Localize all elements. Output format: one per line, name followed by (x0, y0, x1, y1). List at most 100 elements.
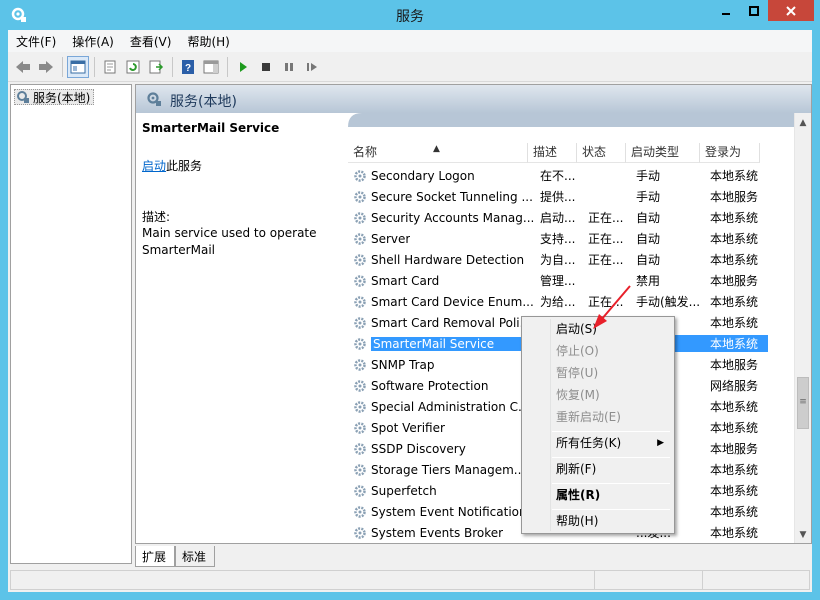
restart-service-icon (307, 62, 317, 71)
column-header-status[interactable]: 状态 (577, 143, 626, 163)
column-header-description[interactable]: 描述 (528, 143, 577, 163)
service-logon-cell: 网络服务 (710, 379, 759, 393)
service-name-text: Secure Socket Tunneling ... (371, 189, 533, 204)
column-header-startup-type[interactable]: 启动类型 (626, 143, 700, 163)
description-label: 描述: (142, 210, 171, 224)
context-menu-properties[interactable]: 属性(R) (524, 484, 672, 506)
toolbar-separator (172, 56, 173, 77)
pause-service-button[interactable] (278, 56, 300, 78)
tree-item-label: 服务(本地) (33, 90, 91, 105)
service-logon-cell: 本地系统 (710, 526, 759, 540)
service-gear-icon (354, 190, 366, 203)
service-name-text: Storage Tiers Managem... (371, 462, 526, 477)
toolbar-separator (62, 56, 63, 77)
service-gear-icon (354, 232, 366, 245)
menu-help[interactable]: 帮助(H) (179, 33, 237, 50)
properties-button[interactable] (99, 56, 121, 78)
show-hide-action-pane-icon (203, 60, 219, 73)
refresh-button[interactable] (122, 56, 144, 78)
close-button[interactable] (768, 0, 814, 21)
maximize-button[interactable] (740, 0, 768, 21)
list-header: 名称 ▲ 描述 状态 启动类型 登录为 (348, 143, 760, 163)
service-gear-icon (354, 358, 366, 371)
table-row[interactable]: Smart Card Device Enum... 为给... 正在... 手动(触发… (348, 291, 793, 312)
export-list-icon (149, 60, 164, 73)
service-logon-cell: 本地系统 (710, 484, 759, 498)
start-service-icon (240, 61, 247, 72)
context-menu-help[interactable]: 帮助(H) (524, 510, 672, 532)
scroll-thumb[interactable]: ≡ (797, 377, 809, 429)
service-name-cell: Special Administration C... (348, 399, 536, 415)
service-name-cell: Superfetch (348, 483, 536, 499)
service-name-cell: Secure Socket Tunneling ... (348, 189, 536, 205)
start-service-button[interactable] (232, 56, 254, 78)
toolbar-separator (94, 56, 95, 77)
context-menu-refresh[interactable]: 刷新(F) (524, 458, 672, 480)
tab-standard[interactable]: 标准 (175, 546, 216, 567)
window-title: 服务 (396, 9, 424, 25)
properties-icon (104, 60, 116, 73)
minimize-icon (722, 12, 730, 15)
service-name-cell: Security Accounts Manag... (348, 210, 536, 226)
service-name-text: SSDP Discovery (371, 441, 466, 456)
window-controls (712, 0, 814, 22)
description-panel: SmarterMail Service 启动此服务 描述: Main servi… (136, 113, 344, 543)
back-button[interactable] (12, 56, 34, 78)
service-logon-cell: 本地系统 (706, 335, 768, 352)
column-header-name[interactable]: 名称 ▲ (348, 143, 528, 163)
status-bar-cell (11, 571, 595, 589)
close-icon (786, 5, 796, 16)
start-service-line: 启动此服务 (142, 157, 202, 174)
table-row[interactable]: Secondary Logon 在不... 手动 本地系统 (348, 165, 793, 186)
context-menu-stop[interactable]: 停止(O) (524, 340, 672, 362)
tree-item-services-local[interactable]: 服务(本地) (14, 89, 95, 105)
show-console-tree-button[interactable] (67, 55, 89, 78)
context-menu-all-tasks[interactable]: 所有任务(K) ▶ (524, 432, 672, 454)
services-gear-icon (147, 92, 161, 106)
stop-service-button[interactable] (255, 56, 277, 78)
service-name-cell: SNMP Trap (348, 357, 536, 373)
menu-view[interactable]: 查看(V) (122, 33, 180, 50)
service-name-text: System Events Broker (371, 525, 504, 540)
services-window: 服务 文件(F) 操作(A) 查看(V) 帮助(H) ? 服务(本地) 服务(本… (0, 0, 820, 600)
submenu-arrow-icon: ▶ (657, 438, 664, 448)
table-row[interactable]: Smart Card 管理... 禁用 本地服务 (348, 270, 793, 291)
context-menu: 启动(S) 停止(O) 暂停(U) 恢复(M) 重新启动(E) 所有任务(K) … (521, 316, 675, 534)
title-bar[interactable]: 服务 (0, 0, 820, 30)
service-gear-icon (354, 253, 366, 266)
vertical-scrollbar[interactable]: ▲ ≡ ▼ (794, 113, 811, 543)
service-name-cell: SSDP Discovery (348, 441, 536, 457)
service-name-cell: System Event Notification... (348, 504, 536, 520)
menu-bar: 文件(F) 操作(A) 查看(V) 帮助(H) (8, 30, 812, 52)
table-row[interactable]: Secure Socket Tunneling ... 提供... 手动 本地服务 (348, 186, 793, 207)
service-gear-icon (354, 379, 366, 392)
context-menu-resume[interactable]: 恢复(M) (524, 384, 672, 406)
menu-file[interactable]: 文件(F) (8, 33, 64, 50)
context-menu-pause[interactable]: 暂停(U) (524, 362, 672, 384)
column-header-logon-as[interactable]: 登录为 (700, 143, 760, 163)
scroll-up-icon[interactable]: ▲ (795, 115, 811, 131)
service-gear-icon (354, 421, 366, 434)
start-service-link[interactable]: 启动 (142, 159, 166, 173)
service-startup-type-cell: 禁用 (636, 274, 661, 288)
table-row[interactable]: Task Scheduler本地系统 (348, 543, 793, 544)
service-description-cell: 提供... (540, 190, 576, 204)
menu-action[interactable]: 操作(A) (64, 33, 122, 50)
service-description-cell: 启动... (540, 211, 576, 225)
service-logon-cell: 本地服务 (710, 274, 759, 288)
table-row[interactable]: Shell Hardware Detection 为自... 正在... 自动 本地系统 (348, 249, 793, 270)
restart-service-button[interactable] (301, 56, 323, 78)
context-menu-restart[interactable]: 重新启动(E) (524, 406, 672, 428)
help-button[interactable]: ? (177, 56, 199, 78)
table-row[interactable]: Server 支持... 正在... 自动 本地系统 (348, 228, 793, 249)
export-list-button[interactable] (145, 56, 167, 78)
show-hide-action-pane-button[interactable] (200, 56, 222, 78)
minimize-button[interactable] (712, 0, 740, 21)
table-row[interactable]: Security Accounts Manag... 启动... 正在... 自动 本地… (348, 207, 793, 228)
service-name-text: Security Accounts Manag... (371, 210, 535, 225)
tab-extended[interactable]: 扩展 (135, 546, 176, 567)
forward-button[interactable] (35, 56, 57, 78)
scroll-down-icon[interactable]: ▼ (795, 527, 811, 543)
context-menu-start[interactable]: 启动(S) (524, 318, 672, 340)
pane-header: 服务(本地) (136, 85, 811, 113)
